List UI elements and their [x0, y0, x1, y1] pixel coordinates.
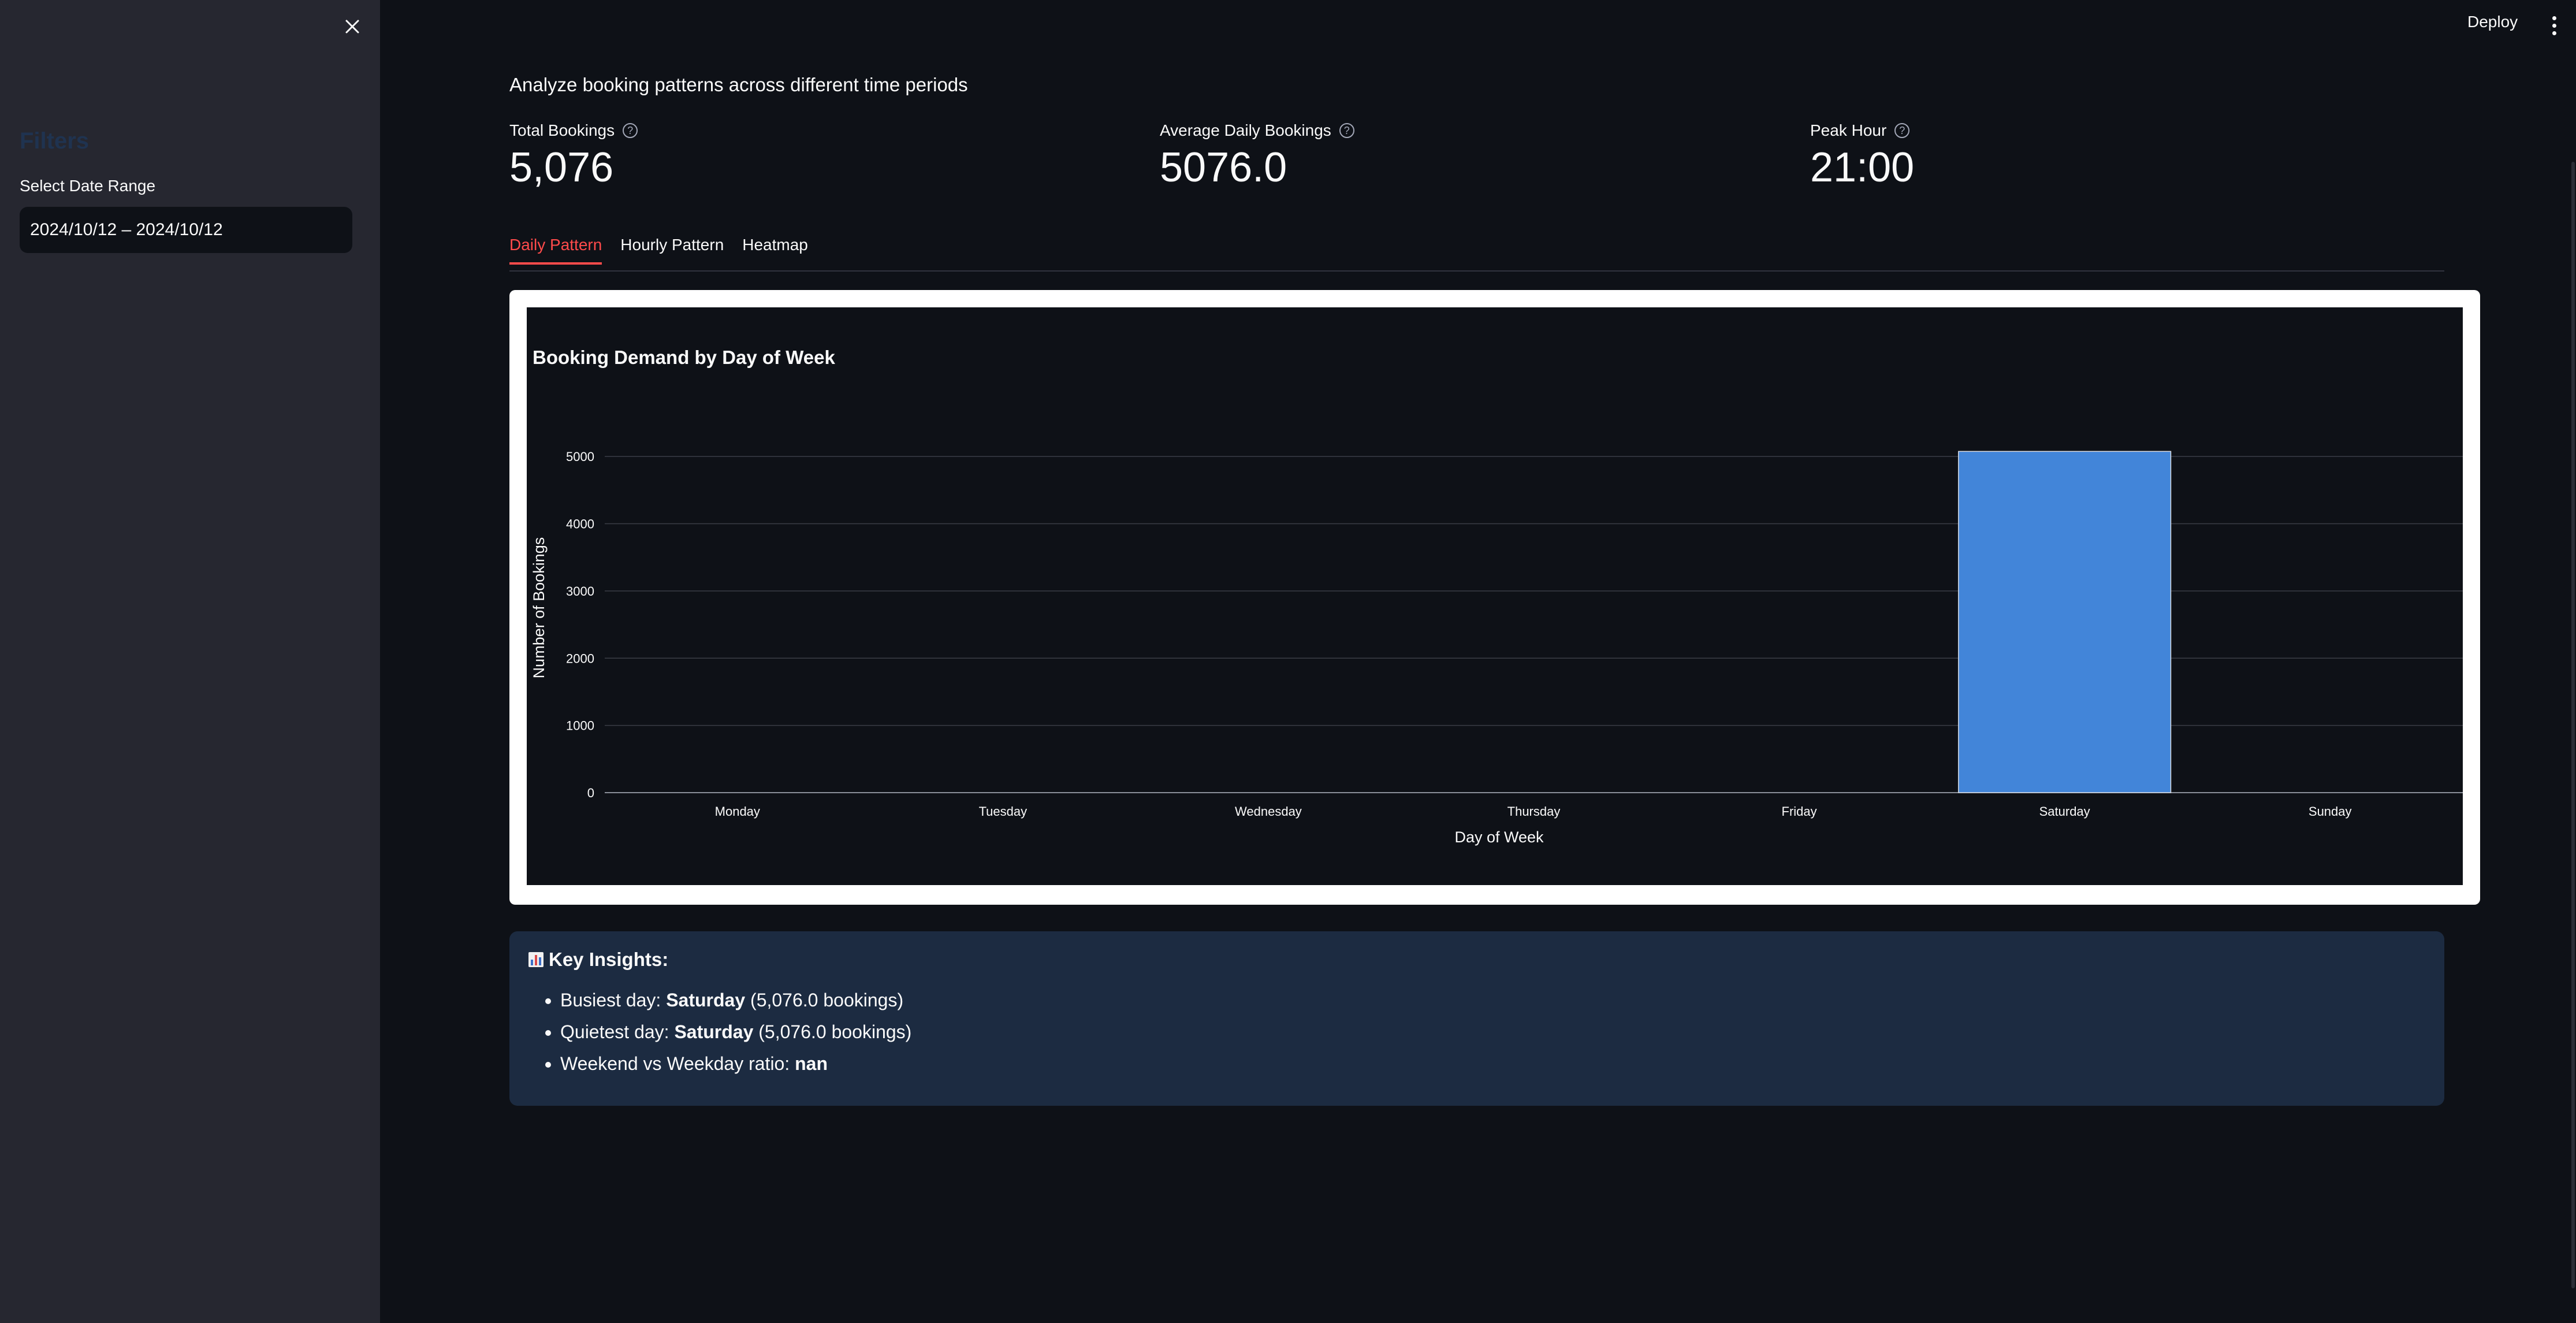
question-circle-icon[interactable]: ?	[1339, 123, 1354, 138]
vertical-dots-icon	[2552, 16, 2556, 20]
date-range-input[interactable]: 2024/10/12 – 2024/10/12	[20, 207, 352, 253]
x-tick-label: Monday	[715, 804, 760, 819]
y-axis-label: Number of Bookings	[530, 537, 548, 679]
metric-label: Total Bookings	[509, 121, 615, 139]
insight-bold: nan	[795, 1053, 828, 1074]
close-sidebar-button[interactable]	[340, 14, 365, 39]
date-range-value: 2024/10/12 – 2024/10/12	[30, 220, 223, 239]
main-menu-button[interactable]	[2546, 13, 2562, 38]
y-tick-label: 1000	[566, 719, 594, 733]
insights-header: Key Insights:	[528, 949, 2426, 971]
insight-bold: Saturday	[674, 1021, 754, 1042]
metric-label: Average Daily Bookings	[1160, 121, 1331, 139]
tab-heatmap[interactable]: Heatmap	[742, 231, 808, 265]
sidebar-title: Filters	[20, 128, 90, 154]
deploy-button[interactable]: Deploy	[2467, 13, 2518, 31]
metric-value: 21:00	[1810, 144, 1915, 191]
vertical-dots-icon-dot	[2552, 31, 2556, 35]
x-tick-label: Thursday	[1507, 804, 1561, 819]
bar-chart: 0 1000 2000 3000 4000 5000 Monday Tuesday Wednes…	[530, 449, 2463, 846]
tab-hourly-pattern[interactable]: Hourly Pattern	[620, 231, 724, 265]
scrollbar[interactable]	[2571, 162, 2575, 1288]
close-icon	[345, 20, 359, 34]
tab-bar: Daily Pattern Hourly Pattern Heatmap	[509, 231, 2444, 272]
question-circle-icon[interactable]: ?	[623, 123, 638, 138]
metric-peak-hour: Peak Hour ? 21:00	[1810, 121, 1914, 188]
list-item: Weekend vs Weekday ratio: nan	[560, 1048, 2426, 1080]
x-tick-label: Wednesday	[1235, 804, 1302, 819]
page-subtitle: Analyze booking patterns across differen…	[509, 74, 968, 95]
list-item: Quietest day: Saturday (5,076.0 bookings…	[560, 1016, 2426, 1048]
bar	[1958, 451, 2172, 793]
insight-text: (5,076.0 bookings)	[745, 990, 904, 1010]
metric-label-row: Total Bookings ?	[509, 121, 638, 140]
list-item: Busiest day: Saturday (5,076.0 bookings)	[560, 984, 2426, 1016]
vertical-dots-icon-dot	[2552, 23, 2556, 28]
chart-area: Booking Demand by Day of Week 0 1000 2000 3…	[527, 307, 2463, 885]
insight-text: Quietest day:	[560, 1021, 675, 1042]
key-insights-box: Key Insights: Busiest day: Saturday (5,0…	[509, 931, 2444, 1106]
metric-label-row: Peak Hour ?	[1810, 121, 1914, 140]
insights-list: Busiest day: Saturday (5,076.0 bookings)…	[528, 984, 2426, 1080]
tab-daily-pattern[interactable]: Daily Pattern	[509, 231, 602, 265]
insights-title: Key Insights:	[549, 949, 669, 970]
metric-value: 5,076	[509, 144, 614, 191]
y-tick-label: 0	[587, 786, 594, 800]
question-circle-icon[interactable]: ?	[1894, 123, 1910, 138]
y-tick-label: 4000	[566, 517, 594, 532]
sidebar: Filters Select Date Range 2024/10/12 – 2…	[0, 0, 380, 1323]
y-tick-label: 2000	[566, 651, 594, 666]
y-tick-label: 5000	[566, 449, 594, 464]
insight-text: Busiest day:	[560, 990, 667, 1010]
chart-container: Booking Demand by Day of Week 0 1000 2000 3…	[509, 290, 2480, 905]
x-tick-label: Friday	[1782, 804, 1817, 819]
metric-label: Peak Hour	[1810, 121, 1887, 139]
insight-text: (5,076.0 bookings)	[753, 1021, 912, 1042]
metric-label-row: Average Daily Bookings ?	[1160, 121, 1354, 140]
insight-bold: Saturday	[666, 990, 746, 1010]
x-tick-label: Sunday	[2309, 804, 2352, 819]
date-range-label: Select Date Range	[20, 177, 156, 195]
bar-chart-icon	[528, 952, 544, 967]
insight-text: Weekend vs Weekday ratio:	[560, 1053, 795, 1074]
x-tick-label: Saturday	[2039, 804, 2090, 819]
y-tick-label: 3000	[566, 584, 594, 599]
metric-total-bookings: Total Bookings ? 5,076	[509, 121, 638, 188]
x-tick-label: Tuesday	[979, 804, 1028, 819]
metric-value: 5076.0	[1160, 144, 1287, 191]
x-axis-label: Day of Week	[1454, 828, 1544, 846]
metric-average-daily-bookings: Average Daily Bookings ? 5076.0	[1160, 121, 1354, 188]
